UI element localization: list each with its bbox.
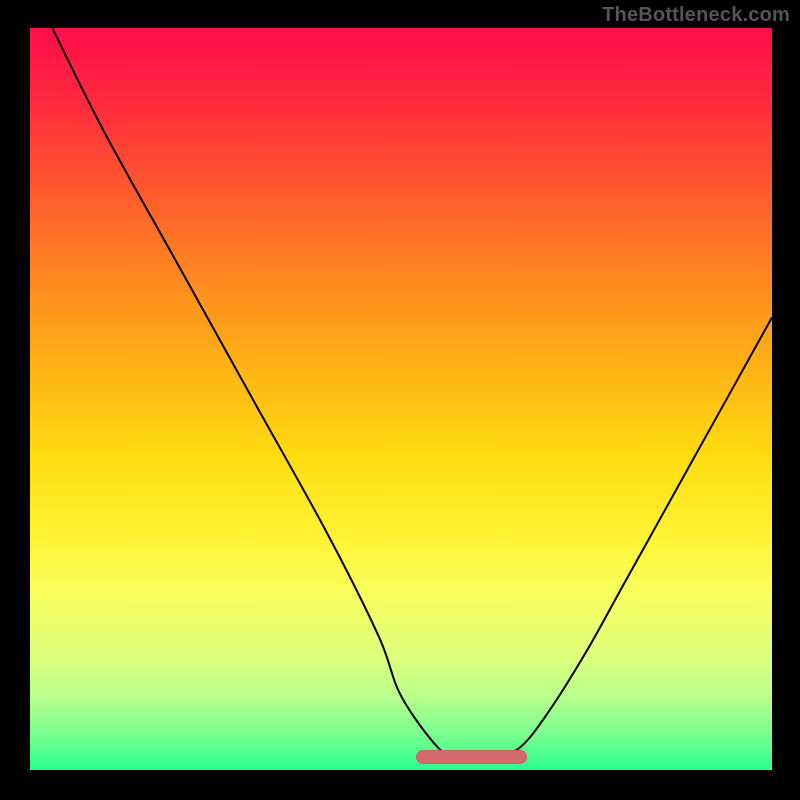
plot-area (30, 28, 772, 770)
watermark-text: TheBottleneck.com (602, 4, 790, 27)
chart-frame: TheBottleneck.com (0, 0, 800, 800)
bottleneck-curve (30, 28, 772, 770)
valley-marker (416, 750, 527, 764)
